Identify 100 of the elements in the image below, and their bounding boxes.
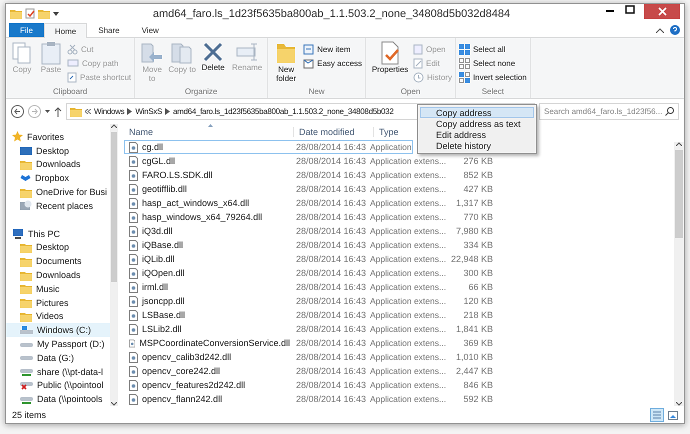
file-row[interactable]: hasp_act_windows_x64.dll 28/08/2014 16:43 Application extens... 1,317 KB	[124, 196, 494, 210]
scroll-up-icon	[111, 124, 117, 128]
select-all-icon	[458, 44, 470, 54]
menu-item[interactable]: Copy address as text	[420, 118, 534, 129]
navigation-item[interactable]: Documents	[6, 254, 110, 268]
ribbon-tab[interactable]: View	[130, 23, 170, 37]
dll-file-icon	[129, 156, 138, 166]
file-type: Application extens...	[369, 310, 448, 320]
file-row[interactable]: iQBase.dll 28/08/2014 16:43 Application extens... 334 KB	[124, 238, 494, 252]
file-type: Application extens...	[369, 212, 448, 222]
folder-icon	[20, 256, 32, 267]
navigation-item[interactable]: Favorites	[6, 130, 110, 144]
navigation-item[interactable]: Videos	[6, 310, 110, 324]
date-modified: 28/08/2014 16:43	[295, 380, 368, 390]
file-name: hasp_windows_x64_79264.dll	[142, 212, 262, 222]
scroll-down-icon	[676, 402, 682, 406]
collapse-ribbon-icon[interactable]	[656, 28, 664, 32]
file-row[interactable]: LSBase.dll 28/08/2014 16:43 Application extens... 218 KB	[124, 308, 494, 322]
ribbon-button[interactable]: Easy access	[303, 57, 362, 69]
file-row[interactable]: hasp_windows_x64_79264.dll 28/08/2014 16:43 Application extens... 770 KB	[124, 210, 494, 224]
file-name: cgGL.dll	[142, 156, 176, 166]
navigation-item[interactable]: Public (\\pointool	[6, 378, 110, 392]
file-row[interactable]: cgGL.dll 28/08/2014 16:43 Application extens... 276 KB	[124, 154, 494, 168]
navigation-item[interactable]: Desktop	[6, 144, 110, 158]
ribbon-button[interactable]: Properties	[369, 41, 412, 87]
file-size: 66 KB	[467, 282, 493, 292]
navigation-item[interactable]: Data (G:)	[6, 350, 110, 365]
navigation-item[interactable]: Music	[6, 282, 110, 296]
breadcrumb-item[interactable]: WinSxS	[135, 107, 162, 116]
file-type: Application extens...	[369, 338, 448, 348]
file-row[interactable]: FARO.LS.SDK.dll 28/08/2014 16:43 Application extens... 852 KB	[124, 168, 494, 182]
ribbon-tab[interactable]: Home	[44, 23, 88, 38]
group-label: New	[308, 87, 326, 98]
properties-icon	[379, 41, 402, 65]
file-row[interactable]: MSPCoordinateConversionService.dll 28/08/2014 16:43 Application extens... 369 KB	[124, 336, 494, 350]
ribbon-button[interactable]: Delete	[198, 41, 228, 87]
dll-file-icon	[129, 296, 138, 306]
file-row[interactable]: opencv_calib3d242.dll 28/08/2014 16:43 Application extens... 1,010 KB	[124, 350, 494, 364]
file-name: geotifflib.dll	[142, 184, 187, 194]
navigation-item[interactable]: Desktop	[6, 240, 110, 254]
navigation-item[interactable]: Downloads	[6, 158, 110, 172]
file-row[interactable]: iQLib.dll 28/08/2014 16:43 Application extens... 22,948 KB	[124, 252, 494, 266]
dll-file-icon	[129, 254, 138, 264]
ribbon-tab[interactable]: Share	[87, 23, 131, 37]
maximize-icon[interactable]	[624, 4, 636, 16]
copy-path-icon	[67, 58, 79, 68]
menu-item[interactable]: Delete history	[420, 140, 534, 151]
file-size: 770 KB	[462, 212, 493, 222]
breadcrumb-item[interactable]: amd64_faro.ls_1d23f5635ba800ab_1.1.503.2_none_34808d5b032	[173, 107, 394, 116]
dropdown-caret-icon[interactable]	[45, 110, 50, 113]
ribbon-button[interactable]: New folder	[271, 41, 302, 87]
file-row[interactable]: iQOpen.dll 28/08/2014 16:43 Application extens... 300 KB	[124, 266, 494, 280]
breadcrumb-item[interactable]: Windows	[94, 107, 124, 116]
file-row[interactable]: geotifflib.dll 28/08/2014 16:43 Application extens... 427 KB	[124, 182, 494, 196]
file-tab[interactable]: File	[9, 23, 44, 37]
navigation-item[interactable]: This PC	[6, 226, 110, 241]
details-view-icon[interactable]	[650, 408, 664, 422]
scrollbar[interactable]	[674, 142, 684, 406]
navigation-item[interactable]: Dropbox	[6, 171, 110, 186]
search-field[interactable]: Search amd64_faro.ls_1d23f56...	[539, 103, 679, 120]
navigation-item[interactable]: Data (\\pointools	[6, 392, 110, 406]
file-size: 427 KB	[462, 184, 493, 194]
drive-icon	[20, 340, 33, 348]
navigation-item[interactable]: Windows (C:)	[6, 323, 110, 338]
ribbon-button[interactable]: Select none	[458, 57, 527, 69]
navigation-item[interactable]: Downloads	[6, 268, 110, 282]
file-row[interactable]: LSLib2.dll 28/08/2014 16:43 Application extens... 1,841 KB	[124, 322, 494, 336]
scrollbar[interactable]	[110, 124, 118, 406]
file-row[interactable]: cg.dll 28/08/2014 16:43 Application	[124, 140, 413, 154]
ribbon-button[interactable]: New item	[303, 43, 362, 55]
help-icon[interactable]	[670, 25, 680, 35]
item-count: 25 items	[12, 410, 46, 420]
scissors-icon	[67, 44, 78, 54]
navigation-item[interactable]: My Passport (D:)	[6, 337, 110, 351]
back-icon[interactable]	[11, 105, 24, 118]
file-row[interactable]: opencv_features2d242.dll 28/08/2014 16:43 Application extens... 846 KB	[124, 378, 494, 392]
menu-item[interactable]: Copy address	[420, 107, 534, 118]
navigation-item[interactable]: Recent places	[6, 198, 110, 213]
navigation-item[interactable]: OneDrive for Busi	[6, 185, 110, 199]
file-row[interactable]: jsoncpp.dll 28/08/2014 16:43 Application extens... 120 KB	[124, 294, 494, 308]
copy-to-icon	[170, 41, 194, 65]
file-row[interactable]: opencv_core242.dll 28/08/2014 16:43 Application extens... 2,447 KB	[124, 364, 494, 378]
file-size: 1,317 KB	[454, 198, 493, 208]
file-size: 846 KB	[462, 380, 493, 390]
ribbon-button[interactable]: Invert selection	[458, 71, 527, 83]
file-row[interactable]: iQ3d.dll 28/08/2014 16:43 Application extens... 7,980 KB	[124, 224, 494, 238]
navigation-item[interactable]: share (\\pt-data-l	[6, 364, 110, 379]
date-modified: 28/08/2014 16:43	[295, 296, 368, 306]
large-icons-view-icon[interactable]	[668, 410, 678, 420]
ribbon-button[interactable]: Select all	[458, 43, 527, 55]
navigation-item[interactable]: Pictures	[6, 296, 110, 310]
file-row[interactable]: irml.dll 28/08/2014 16:43 Application extens... 66 KB	[124, 280, 494, 294]
file-size: 334 KB	[462, 240, 493, 250]
file-name: hasp_act_windows_x64.dll	[142, 198, 250, 208]
file-type: Application extens...	[369, 394, 448, 404]
file-size: 22,948 KB	[450, 254, 493, 264]
up-arrow-icon[interactable]	[54, 106, 62, 116]
file-row[interactable]: opencv_flann242.dll 28/08/2014 16:43 Application extens... 592 KB	[124, 392, 494, 406]
close-button[interactable]	[644, 4, 680, 19]
column-header[interactable]: Date modified	[294, 127, 374, 137]
